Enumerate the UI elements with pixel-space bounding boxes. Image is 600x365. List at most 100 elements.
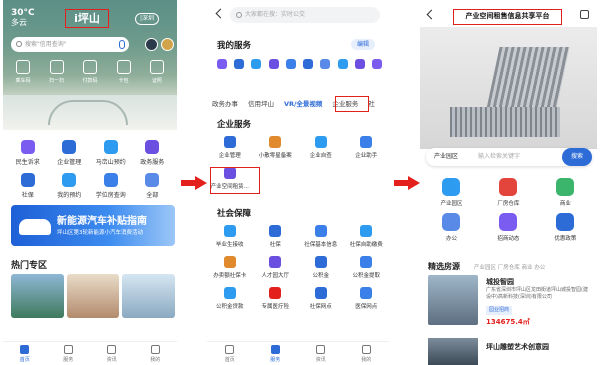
zone-select[interactable]: 产业园区 xyxy=(434,148,458,166)
search-button[interactable]: 搜索 xyxy=(562,148,592,166)
search-input[interactable]: 大家都在搜：实时公交 xyxy=(230,7,380,23)
service-shortcut-icon[interactable] xyxy=(285,59,296,69)
service-item[interactable]: 全部 xyxy=(132,173,174,199)
service-shortcut-icon[interactable] xyxy=(217,59,227,69)
enterprise-item[interactable]: 企业助手 xyxy=(344,136,390,159)
category-item[interactable]: 产业园区 xyxy=(423,178,480,207)
tab-home[interactable]: 首页 xyxy=(3,342,47,365)
service-item[interactable]: 社保 xyxy=(7,173,49,199)
edit-button[interactable]: 编辑 xyxy=(351,39,375,50)
selected-tabs[interactable]: 产业园区 厂房仓库 商业 办公 xyxy=(474,263,545,271)
tab-home[interactable]: 首页 xyxy=(207,342,253,365)
service-item[interactable]: 马峦山预约 xyxy=(90,140,132,166)
photo-card[interactable] xyxy=(11,274,64,318)
social-item[interactable]: 专属医疗险 xyxy=(253,287,299,310)
service-shortcut-icon[interactable] xyxy=(251,59,262,69)
social-item[interactable]: 社保自助缴费 xyxy=(344,225,390,248)
badge-icon[interactable] xyxy=(161,38,174,51)
social-item[interactable]: 人才园大厅 xyxy=(253,256,299,279)
tab-vr[interactable]: VR/全景视频 xyxy=(279,97,327,111)
info-icon xyxy=(314,225,327,237)
category-item[interactable]: 优惠政策 xyxy=(537,213,594,242)
social-item[interactable]: 社保 xyxy=(253,225,299,248)
news-icon xyxy=(316,345,326,354)
social-item[interactable]: 公积金提取 xyxy=(344,256,390,279)
item-label: 社保网点 xyxy=(309,304,332,310)
service-shortcut-icon[interactable] xyxy=(371,59,382,69)
listing-card[interactable]: 城投智园 广东省深圳市坪山区龙田街道坪山城投智园(建设中)高新科技(深圳)有限公… xyxy=(428,275,593,327)
scan-icon xyxy=(49,60,64,74)
search-input[interactable]: 输入检索关键字 xyxy=(478,148,520,166)
social-item[interactable]: 毕业生接收 xyxy=(207,225,253,248)
tab-me[interactable]: 我的 xyxy=(134,342,178,365)
tab-label: 资讯 xyxy=(106,357,117,363)
factory-icon xyxy=(499,178,518,196)
phone-service-screen: 大家都在搜：实时公交 我的服务 编辑 政务办事 信用坪山 VR/全景视频 企业服… xyxy=(207,0,389,365)
avatar[interactable] xyxy=(145,38,158,51)
tile-label: 付款码 xyxy=(82,78,98,84)
tile-ride-code[interactable]: 乘车码 xyxy=(9,60,37,84)
share-icon[interactable] xyxy=(580,10,589,19)
service-shortcut-icon[interactable] xyxy=(320,59,331,69)
tile-card-pack[interactable]: 卡包 xyxy=(110,60,138,84)
enterprise-item[interactable]: 企业管理 xyxy=(207,136,253,159)
weather-widget[interactable]: 30°C 多云 xyxy=(11,9,35,28)
tab-label: 服务 xyxy=(63,357,74,363)
category-item[interactable]: 招商动态 xyxy=(480,213,537,242)
tab-me[interactable]: 我的 xyxy=(344,342,390,365)
service-shortcut-icon[interactable] xyxy=(337,59,348,69)
service-shortcut-icon[interactable] xyxy=(268,59,279,69)
category-item[interactable]: 厂房仓库 xyxy=(480,178,537,207)
item-label: 专属医疗险 xyxy=(261,304,289,310)
item-label: 企业助手 xyxy=(355,153,378,159)
category-item[interactable]: 商业 xyxy=(537,178,594,207)
enterprise-item[interactable]: 小散零星备案 xyxy=(253,136,299,159)
service-shortcut-icon[interactable] xyxy=(354,59,365,69)
tab-service[interactable]: 服务 xyxy=(253,342,299,365)
service-item[interactable]: 民生诉求 xyxy=(7,140,49,166)
tile-license[interactable]: 证照 xyxy=(143,60,171,84)
social-item[interactable]: 医保网点 xyxy=(344,287,390,310)
park-icon xyxy=(442,178,461,196)
tab-service[interactable]: 服务 xyxy=(47,342,91,365)
social-item[interactable]: 社保网点 xyxy=(298,287,344,310)
service-shortcut-icon[interactable] xyxy=(303,59,314,69)
tile-scan[interactable]: 扫一扫 xyxy=(43,60,71,84)
tab-gov-affairs[interactable]: 政务办事 xyxy=(207,97,243,111)
service-item[interactable]: 企业管理 xyxy=(49,140,91,166)
tab-news[interactable]: 资讯 xyxy=(298,342,344,365)
microphone-icon[interactable] xyxy=(119,40,125,49)
tab-label: 服务 xyxy=(270,357,281,363)
social-item[interactable]: 公积金 xyxy=(298,256,344,279)
tab-news[interactable]: 资讯 xyxy=(90,342,134,365)
back-icon[interactable] xyxy=(215,8,226,19)
service-item[interactable]: 学位房查询 xyxy=(90,173,132,199)
service-label: 民生诉求 xyxy=(15,159,40,166)
bottom-tab-bar: 首页 服务 资讯 我的 xyxy=(3,341,177,365)
tile-label: 乘车码 xyxy=(15,78,31,84)
photo-card[interactable] xyxy=(122,274,176,318)
back-icon[interactable] xyxy=(426,9,437,20)
listing-card[interactable]: 坪山雕塑艺术创意园 xyxy=(428,338,593,365)
item-label: 办卖额社保卡 xyxy=(213,273,247,279)
service-shortcut-icon[interactable] xyxy=(234,59,245,69)
photo-card[interactable] xyxy=(66,274,120,318)
tab-credit[interactable]: 信用坪山 xyxy=(243,97,279,111)
social-item[interactable]: 办卖额社保卡 xyxy=(207,256,253,279)
service-item[interactable]: 政务服务 xyxy=(132,140,174,166)
item-label: 公积金提取 xyxy=(352,273,380,279)
enterprise-item[interactable]: 企业自查 xyxy=(298,136,344,159)
search-input[interactable]: 搜索"信用查询" xyxy=(11,37,129,52)
heart-icon xyxy=(63,345,73,354)
flow-arrow xyxy=(181,176,207,190)
tile-label: 扫一扫 xyxy=(48,78,64,84)
promo-banner[interactable]: 新能源汽车补贴指南 坪山区第3轮新能源小汽车消费活动 xyxy=(11,205,175,246)
service-label: 企业管理 xyxy=(57,159,82,166)
fund-icon xyxy=(314,256,327,268)
service-item[interactable]: 我的预约 xyxy=(49,173,91,199)
social-item[interactable]: 公积金贷款 xyxy=(207,287,253,310)
tile-pay-code[interactable]: 付款码 xyxy=(76,60,104,84)
social-item[interactable]: 社保基本信息 xyxy=(298,225,344,248)
city-switch-button[interactable]: |深圳 xyxy=(135,13,160,25)
category-item[interactable]: 办公 xyxy=(423,213,480,242)
